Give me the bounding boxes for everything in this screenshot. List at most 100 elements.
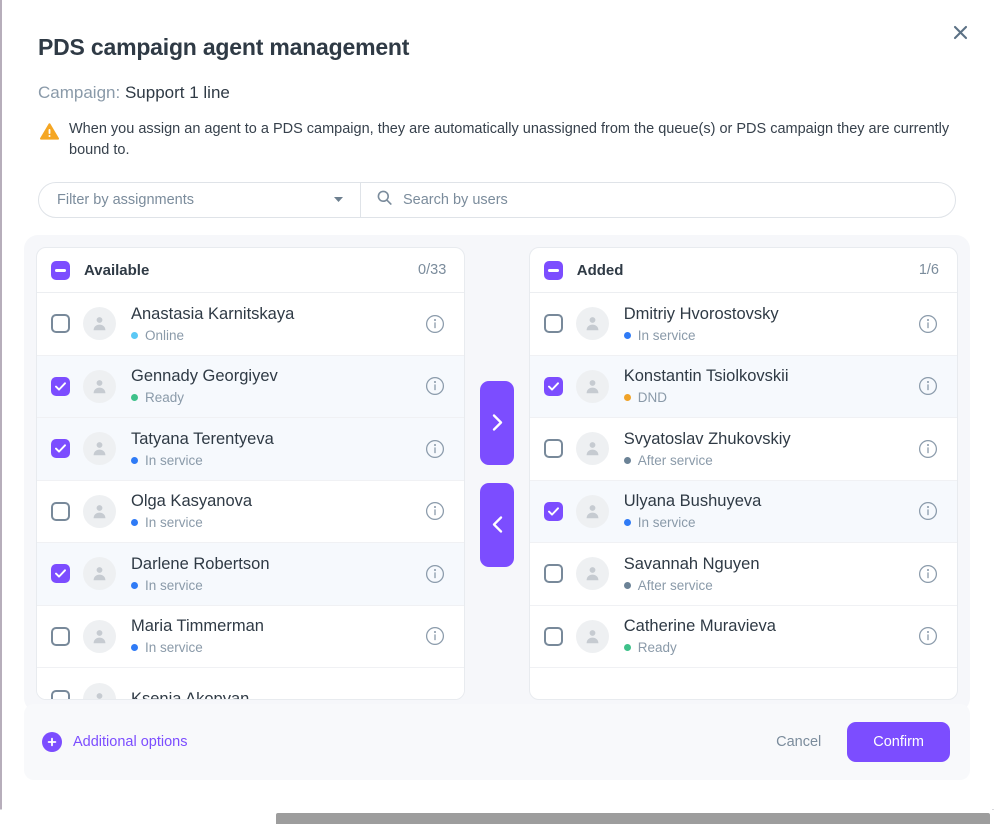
row-checkbox[interactable] <box>51 376 70 396</box>
table-row[interactable]: Konstantin Tsiolkovskii DND <box>529 355 958 419</box>
status-label: Online <box>145 327 185 343</box>
additional-options-button[interactable]: Additional options <box>42 732 187 752</box>
row-checkbox[interactable] <box>543 439 563 459</box>
row-text: Tatyana Terentyeva In service <box>131 430 424 468</box>
avatar-icon <box>575 494 609 528</box>
status-dot-icon <box>623 581 631 589</box>
row-text: Savannah Nguyen After service <box>623 554 917 593</box>
info-icon[interactable] <box>424 688 446 699</box>
status-label: In service <box>145 515 203 531</box>
table-row[interactable]: Svyatoslav Zhukovskiy After service <box>529 418 958 481</box>
additional-options-label: Additional options <box>73 734 188 750</box>
row-checkbox[interactable] <box>51 689 70 700</box>
info-icon[interactable] <box>424 313 446 335</box>
info-icon[interactable] <box>917 438 939 460</box>
row-name: Tatyana Terentyeva <box>131 429 274 448</box>
page-root: PDS campaign agent management Campaign: … <box>0 0 994 824</box>
available-list[interactable]: Anastasia Karnitskaya Online Gennady Georg… <box>37 293 465 700</box>
status-badge: In service <box>131 453 424 468</box>
row-checkbox[interactable] <box>51 314 70 334</box>
table-row[interactable]: Tatyana Terentyeva In service <box>37 418 465 481</box>
row-checkbox[interactable] <box>51 564 70 584</box>
status-label: In service <box>637 515 696 531</box>
table-row[interactable]: Ksenia Akopyan <box>37 668 465 700</box>
status-badge: After service <box>623 452 917 468</box>
avatar-icon <box>83 307 116 341</box>
row-name: Maria Timmerman <box>131 617 264 636</box>
info-icon[interactable] <box>917 625 939 647</box>
status-label: After service <box>637 577 713 593</box>
available-select-all-checkbox[interactable] <box>51 260 70 280</box>
info-icon[interactable] <box>424 625 446 647</box>
row-name: Gennady Georgiyev <box>131 367 278 386</box>
info-icon[interactable] <box>917 500 939 522</box>
table-row[interactable]: Anastasia Karnitskaya Online <box>37 293 465 356</box>
info-icon[interactable] <box>917 375 939 397</box>
status-dot-icon <box>623 456 631 464</box>
info-icon[interactable] <box>917 313 939 335</box>
status-dot-icon <box>623 519 631 527</box>
table-row[interactable]: Olga Kasyanova In service <box>37 480 465 544</box>
row-checkbox[interactable] <box>543 314 563 334</box>
filter-by-assignments-select[interactable]: Filter by assignments <box>39 183 361 218</box>
available-panel: Available 0/33 Anastasia Karnitskaya Onli… <box>36 247 466 701</box>
status-dot-icon <box>131 331 138 339</box>
status-dot-icon <box>131 394 138 402</box>
avatar-icon <box>83 557 116 591</box>
status-dot-icon <box>131 644 138 652</box>
table-row[interactable]: Darlene Robertson In service <box>37 543 465 606</box>
info-icon[interactable] <box>424 438 446 460</box>
status-dot-icon <box>131 581 138 589</box>
row-text: Gennady Georgiyev Ready <box>131 367 424 405</box>
info-icon[interactable] <box>424 563 446 585</box>
move-right-button[interactable] <box>480 380 514 465</box>
avatar-icon <box>575 307 609 341</box>
status-dot-icon <box>623 331 631 339</box>
avatar-icon <box>83 494 116 528</box>
cancel-button[interactable]: Cancel <box>760 724 837 760</box>
status-dot-icon <box>131 519 138 527</box>
row-name: Savannah Nguyen <box>623 554 760 573</box>
row-checkbox[interactable] <box>543 501 563 521</box>
status-label: After service <box>637 452 713 468</box>
table-row[interactable]: Maria Timmerman In service <box>37 605 465 669</box>
info-icon[interactable] <box>917 563 939 585</box>
row-checkbox[interactable] <box>51 501 70 521</box>
status-badge: In service <box>131 515 424 530</box>
avatar-icon <box>83 682 116 700</box>
info-icon[interactable] <box>424 500 446 522</box>
status-label: In service <box>145 452 203 468</box>
table-row[interactable]: Gennady Georgiyev Ready <box>37 355 465 419</box>
available-panel-title: Available <box>84 261 150 279</box>
row-checkbox[interactable] <box>543 376 563 396</box>
row-text: Konstantin Tsiolkovskii DND <box>623 367 917 405</box>
search-input[interactable] <box>403 192 939 209</box>
row-name: Olga Kasyanova <box>131 492 253 511</box>
dialog-footer: Additional options Cancel Confirm <box>24 704 970 780</box>
row-checkbox[interactable] <box>543 564 563 584</box>
row-checkbox[interactable] <box>51 626 70 646</box>
avatar-icon <box>83 432 116 466</box>
row-checkbox[interactable] <box>51 439 70 459</box>
info-icon[interactable] <box>424 375 446 397</box>
close-icon[interactable] <box>946 18 974 46</box>
status-label: In service <box>145 577 203 593</box>
row-name: Dmitriy Hvorostovsky <box>623 304 779 323</box>
status-badge: Online <box>131 328 424 343</box>
added-list[interactable]: Dmitriy Hvorostovsky In service Konstantin… <box>529 293 958 699</box>
table-row[interactable]: Ulyana Bushuyeva In service <box>529 480 958 544</box>
row-name: Anastasia Karnitskaya <box>131 304 295 323</box>
added-select-all-checkbox[interactable] <box>543 260 563 280</box>
warning-text: When you assign an agent to a PDS campai… <box>69 121 950 158</box>
move-left-button[interactable] <box>480 482 514 567</box>
table-row[interactable]: Catherine Muravieva Ready <box>529 605 958 669</box>
table-row[interactable]: Savannah Nguyen After service <box>529 543 958 606</box>
row-checkbox[interactable] <box>543 626 563 646</box>
confirm-button[interactable]: Confirm <box>847 722 950 762</box>
avatar-icon <box>575 619 609 653</box>
table-row[interactable]: Dmitriy Hvorostovsky In service <box>529 293 958 356</box>
available-panel-header: Available 0/33 <box>37 248 465 294</box>
dialog-header: PDS campaign agent management Campaign: … <box>2 0 992 160</box>
warning-triangle-icon <box>40 123 59 145</box>
status-dot-icon <box>131 456 138 464</box>
